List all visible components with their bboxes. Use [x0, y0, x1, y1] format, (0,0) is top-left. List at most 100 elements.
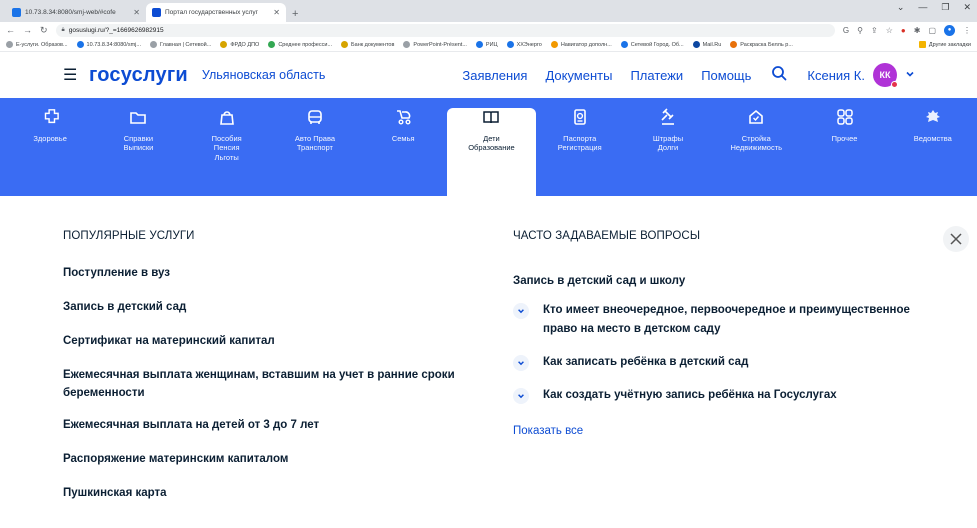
- faq-item[interactable]: Как записать ребёнка в детский сад: [513, 353, 933, 372]
- close-tab-icon[interactable]: ✕: [273, 8, 280, 17]
- bookmark-item[interactable]: Среднее професси...: [268, 41, 332, 48]
- window-controls: ⌄ — ❐ ✕: [897, 2, 971, 13]
- bookmark-item[interactable]: Банк документов: [341, 41, 394, 48]
- category-bar: Здоровье Справки Выписки Пособия Пенсия Ль…: [0, 98, 977, 196]
- avatar[interactable]: КК: [873, 63, 898, 88]
- category-label: Штрафы Долги: [652, 134, 684, 153]
- chevron-down-icon[interactable]: [905, 69, 915, 82]
- service-link[interactable]: Пушкинская карта: [63, 484, 480, 502]
- category-label: Стройка Недвижимость: [730, 134, 783, 153]
- category-label: Прочее: [831, 134, 858, 143]
- bookmark-item[interactable]: PowerPoint-Présent...: [403, 41, 467, 48]
- browser-toolbar: ← → ↻ 🔒︎ gosuslugi.ru/?_=1669626982915 G…: [0, 22, 977, 38]
- nav-documents[interactable]: Документы: [545, 68, 612, 83]
- bookmarks-bar: Е-услуги. Образов... 10.73.8.34:8080/smj…: [0, 38, 977, 52]
- user-name: Ксения К.: [807, 67, 865, 83]
- category-book[interactable]: Дети Образование: [447, 108, 536, 196]
- other-bookmarks[interactable]: Другие закладки: [918, 41, 971, 48]
- chevron-down-icon: [513, 355, 529, 371]
- category-label: Справки Выписки: [123, 134, 154, 153]
- hamburger-menu-icon[interactable]: ☰: [63, 65, 85, 85]
- google-lens-icon[interactable]: G: [843, 26, 849, 35]
- forward-icon[interactable]: →: [23, 25, 32, 36]
- faq-title: ЧАСТО ЗАДАВАЕМЫЕ ВОПРОСЫ: [513, 230, 701, 242]
- category-passport[interactable]: Паспорта Регистрация: [536, 98, 624, 196]
- close-tab-icon[interactable]: ✕: [133, 8, 140, 17]
- book-icon: [482, 108, 500, 126]
- category-stroller[interactable]: Семья: [359, 98, 447, 196]
- side-panel-icon[interactable]: ▢: [928, 26, 936, 35]
- service-link[interactable]: Запись в детский сад: [63, 298, 480, 316]
- service-link[interactable]: Распоряжение материнским капиталом: [63, 450, 480, 468]
- gavel-icon: [659, 108, 677, 126]
- category-car[interactable]: Авто Права Транспорт: [271, 98, 359, 196]
- region-selector[interactable]: Ульяновская область: [202, 68, 326, 82]
- category-home[interactable]: Стройка Недвижимость: [712, 98, 800, 196]
- category-gavel[interactable]: Штрафы Долги: [624, 98, 712, 196]
- bookmark-item[interactable]: Mail.Ru: [692, 41, 721, 48]
- minimize-icon[interactable]: —: [918, 2, 927, 13]
- lock-icon: 🔒︎: [61, 26, 65, 33]
- category-folder[interactable]: Справки Выписки: [94, 98, 182, 196]
- bookmark-item[interactable]: Раскраска Белль р...: [730, 41, 793, 48]
- back-icon[interactable]: ←: [6, 25, 15, 36]
- bookmark-item[interactable]: ХХЭнерго: [506, 41, 542, 48]
- restore-icon[interactable]: ❐: [941, 2, 949, 13]
- health-icon: [41, 108, 59, 126]
- gosuslugi-logo[interactable]: госуслуги: [89, 64, 188, 87]
- service-link[interactable]: Ежемесячная выплата женщинам, вставшим н…: [63, 366, 480, 402]
- category-label: Авто Права Транспорт: [294, 134, 336, 153]
- bookmark-item[interactable]: Е-услуги. Образов...: [6, 41, 68, 48]
- bookmark-item[interactable]: Сетевой Город. Об...: [620, 41, 684, 48]
- browser-tab[interactable]: 10.73.8.34:8080/smj-web/#cofe ✕: [6, 3, 146, 22]
- grid-icon: [836, 108, 854, 126]
- faq-question: Как создать учётную запись ребёнка на Го…: [543, 389, 837, 401]
- stroller-icon: [394, 108, 412, 126]
- faq-section: ЧАСТО ЗАДАВАЕМЫЕ ВОПРОСЫ Запись в детски…: [513, 196, 933, 518]
- browser-tab-active[interactable]: Портал государственных услуг ✕: [146, 3, 286, 22]
- service-link[interactable]: Ежемесячная выплата на детей от 3 до 7 л…: [63, 416, 480, 434]
- service-link[interactable]: Поступление в вуз: [63, 264, 480, 282]
- zoom-icon[interactable]: ⚲: [857, 26, 863, 35]
- new-tab-button[interactable]: +: [286, 8, 304, 22]
- faq-question: Кто имеет внеочередное, первоочередное и…: [543, 304, 910, 335]
- nav-help[interactable]: Помощь: [701, 68, 751, 83]
- profile-icon[interactable]: ●: [944, 24, 955, 36]
- emblem-icon: [924, 108, 942, 126]
- service-link[interactable]: Сертификат на материнский капитал: [63, 332, 480, 350]
- menu-dots-icon[interactable]: ⋮: [963, 26, 971, 35]
- close-window-icon[interactable]: ✕: [963, 2, 971, 13]
- bookmark-item[interactable]: РИЦ: [475, 41, 498, 48]
- user-menu[interactable]: Ксения К. КК: [807, 63, 915, 88]
- faq-item[interactable]: Кто имеет внеочередное, первоочередное и…: [513, 301, 933, 339]
- share-icon[interactable]: ⇪: [871, 26, 878, 35]
- bookmark-item[interactable]: Главная | Сетевой...: [149, 41, 211, 48]
- show-all-link[interactable]: Показать все: [513, 425, 933, 437]
- faq-item[interactable]: Как создать учётную запись ребёнка на Го…: [513, 386, 933, 405]
- site-favicon-icon: [12, 8, 21, 17]
- bookmark-item[interactable]: 10.73.8.34:8080/smj...: [76, 41, 141, 48]
- top-nav: Заявления Документы Платежи Помощь: [462, 65, 787, 86]
- extension-icon[interactable]: ●: [901, 26, 906, 35]
- category-health[interactable]: Здоровье: [6, 98, 94, 196]
- nav-payments[interactable]: Платежи: [630, 68, 683, 83]
- extensions-puzzle-icon[interactable]: ✱: [914, 26, 921, 35]
- bookmark-star-icon[interactable]: ☆: [886, 26, 893, 35]
- close-icon[interactable]: [943, 226, 969, 252]
- reload-icon[interactable]: ↻: [40, 25, 48, 36]
- popular-title: ПОПУЛЯРНЫЕ УСЛУГИ: [63, 230, 195, 242]
- address-bar[interactable]: 🔒︎ gosuslugi.ru/?_=1669626982915: [55, 23, 835, 37]
- bookmark-item[interactable]: ФРДО ДПО: [220, 41, 259, 48]
- browser-tabstrip: 10.73.8.34:8080/smj-web/#cofe ✕ Портал г…: [0, 0, 977, 22]
- url-text: gosuslugi.ru/?_=1669626982915: [68, 26, 164, 34]
- tab-search-icon[interactable]: ⌄: [897, 2, 905, 13]
- bookmark-item[interactable]: Навигатор дополн...: [550, 41, 612, 48]
- category-emblem[interactable]: Ведомства: [889, 98, 977, 196]
- search-icon[interactable]: [771, 65, 787, 86]
- nav-applications[interactable]: Заявления: [462, 68, 527, 83]
- category-bag[interactable]: Пособия Пенсия Льготы: [183, 98, 271, 196]
- folder-icon: [129, 108, 147, 126]
- category-grid[interactable]: Прочее: [800, 98, 888, 196]
- car-icon: [306, 108, 324, 126]
- faq-group-title: Запись в детский сад и школу: [513, 275, 686, 287]
